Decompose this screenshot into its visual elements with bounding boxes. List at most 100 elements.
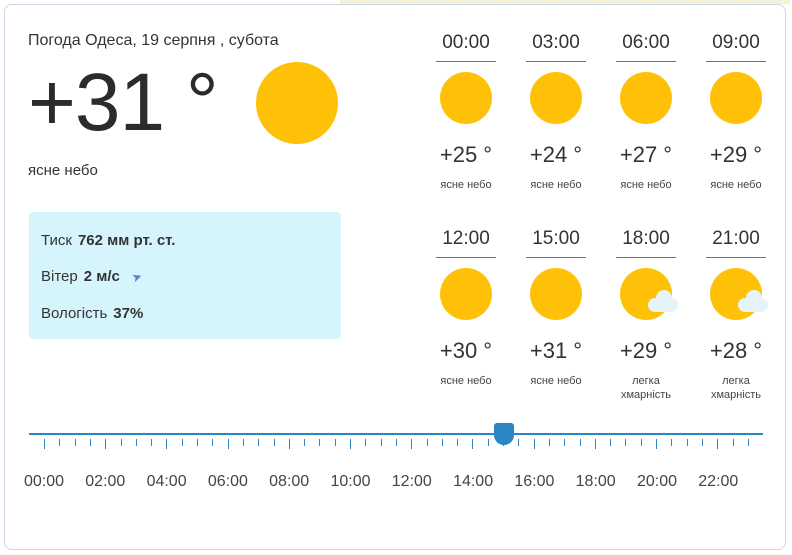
hourly-condition: ясне небо (440, 179, 492, 191)
timeline-label[interactable]: 14:00 (448, 473, 498, 491)
wind-row: Вітер 2 м/с ➤ (41, 268, 145, 286)
hourly-temperature: +24 ° (529, 142, 583, 167)
slider-tick (89, 439, 91, 446)
slider-tick (242, 439, 244, 446)
hourly-time: 09:00 (712, 32, 760, 53)
slider-tick (686, 439, 688, 446)
hourly-item: 06:00 +27 ° ясне небо (616, 32, 676, 192)
slider-tick (701, 439, 703, 446)
divider (436, 257, 496, 258)
slider-tick (120, 439, 122, 446)
slider-tick (181, 439, 183, 446)
hourly-condition: легка хмарність (710, 375, 762, 401)
slider-tick (212, 439, 214, 446)
hourly-temperature: +25 ° (439, 142, 493, 167)
sun-icon (530, 268, 582, 320)
hourly-time: 03:00 (532, 32, 580, 53)
time-slider-track[interactable] (29, 433, 763, 435)
hourly-condition: ясне небо (530, 375, 582, 387)
divider (526, 257, 586, 258)
slider-tick (640, 439, 642, 446)
humidity-value: 37% (113, 305, 144, 322)
timeline-label[interactable]: 04:00 (142, 473, 192, 491)
timeline-label[interactable]: 12:00 (387, 473, 437, 491)
hourly-item: 15:00 +31 ° ясне небо (526, 228, 586, 388)
slider-tick (74, 439, 76, 446)
slider-tick (411, 439, 413, 449)
timeline-label[interactable]: 06:00 (203, 473, 253, 491)
slider-tick (319, 439, 321, 446)
divider (436, 61, 496, 62)
hourly-condition: ясне небо (620, 179, 672, 191)
slider-tick (395, 439, 397, 446)
slider-tick (610, 439, 612, 446)
hourly-temperature: +30 ° (439, 338, 493, 363)
divider (706, 257, 766, 258)
cloud-icon (738, 290, 768, 312)
slider-tick (258, 439, 260, 446)
slider-tick (135, 439, 137, 446)
hourly-temperature: +28 ° (709, 338, 763, 363)
slider-tick (304, 439, 306, 446)
slider-tick (717, 439, 719, 449)
hourly-item: 00:00 +25 ° ясне небо (436, 32, 496, 192)
sun-icon (440, 268, 492, 320)
sun-icon (530, 72, 582, 124)
slider-tick (732, 439, 734, 446)
timeline-label[interactable]: 16:00 (509, 473, 559, 491)
sun-icon (710, 72, 762, 124)
divider (706, 61, 766, 62)
hourly-condition: ясне небо (530, 179, 582, 191)
timeline-label[interactable]: 02:00 (80, 473, 130, 491)
timeline-label[interactable]: 10:00 (326, 473, 376, 491)
current-description: ясне небо (28, 162, 98, 179)
slider-tick (487, 439, 489, 446)
slider-tick (625, 439, 627, 446)
current-temperature: +31 ° (28, 57, 219, 148)
cloud-icon (648, 290, 678, 312)
slider-tick (472, 439, 474, 449)
details-panel: Тиск 762 мм рт. ст. Вітер 2 м/с ➤ Вологість… (29, 212, 341, 339)
humidity-label: Вологість (41, 305, 108, 322)
slider-tick (166, 439, 168, 449)
pressure-value: 762 мм рт. ст. (77, 232, 176, 249)
timeline-label[interactable]: 22:00 (693, 473, 743, 491)
hourly-temperature: +29 ° (709, 142, 763, 167)
timeline-label[interactable]: 20:00 (632, 473, 682, 491)
hourly-time: 06:00 (622, 32, 670, 53)
sun-cloud-icon (710, 268, 768, 320)
hourly-condition: ясне небо (440, 375, 492, 387)
slider-tick (533, 439, 535, 449)
wind-label: Вітер (41, 268, 78, 285)
hourly-temperature: +29 ° (619, 338, 673, 363)
sun-icon (256, 62, 338, 144)
slider-tick (365, 439, 367, 446)
slider-tick (197, 439, 198, 446)
page-title: Погода Одеса, 19 серпня , субота (28, 32, 279, 49)
timeline-label[interactable]: 08:00 (264, 473, 314, 491)
slider-tick (548, 439, 550, 446)
slider-tick (273, 439, 275, 446)
hourly-condition: легка хмарність (620, 375, 672, 401)
sun-icon (620, 72, 672, 124)
pressure-row: Тиск 762 мм рт. ст. (41, 232, 175, 249)
hourly-time: 18:00 (622, 228, 670, 249)
hourly-time: 00:00 (442, 32, 490, 53)
top-decoration (340, 0, 790, 4)
slider-tick (656, 439, 657, 449)
slider-tick (334, 439, 336, 446)
time-slider-handle[interactable] (494, 423, 514, 445)
divider (526, 61, 586, 62)
slider-tick (671, 439, 673, 446)
timeline-label[interactable]: 00:00 (19, 473, 69, 491)
slider-tick (105, 439, 107, 449)
pressure-label: Тиск (41, 232, 72, 249)
hourly-temperature: +27 ° (619, 142, 673, 167)
sun-icon (440, 72, 492, 124)
wind-direction-icon: ➤ (129, 268, 145, 286)
slider-tick (227, 439, 229, 449)
hourly-condition: ясне небо (710, 179, 762, 191)
timeline-label[interactable]: 18:00 (571, 473, 621, 491)
slider-tick (44, 439, 45, 449)
slider-tick (426, 439, 428, 446)
